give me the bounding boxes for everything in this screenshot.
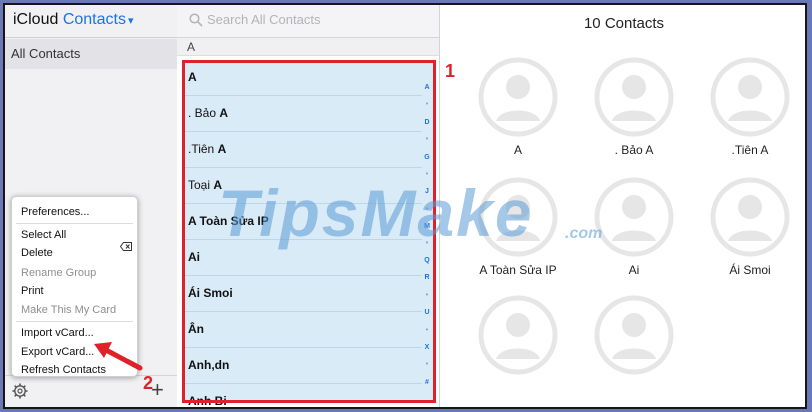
watermark-suffix: .com: [565, 225, 603, 242]
card-name: Ai: [628, 263, 640, 277]
gear-icon[interactable]: [12, 383, 28, 399]
menu-item-select-all[interactable]: Select All: [21, 229, 66, 241]
step-number-1: 1: [445, 61, 456, 81]
contact-count-title: 10 Contacts: [583, 15, 665, 32]
step-number-2: 2: [143, 373, 154, 393]
brand-prefix: iCloud: [13, 11, 59, 28]
add-contact-button[interactable]: +: [151, 379, 167, 401]
card-name: A Toàn Sửa IP: [479, 263, 557, 277]
delete-key-icon: [120, 242, 132, 251]
avatar-icon: [594, 295, 674, 375]
avatar-icon: [478, 57, 558, 137]
menu-item-make-this-my-card: Make This My Card: [21, 304, 117, 316]
menu-separator: [16, 321, 133, 322]
menu-item-import-vcard[interactable]: Import vCard...: [21, 327, 94, 339]
chevron-down-icon[interactable]: ▾: [128, 15, 134, 27]
avatar-icon: [594, 177, 674, 257]
avatar-icon: [478, 295, 558, 375]
menu-item-preferences[interactable]: Preferences...: [21, 206, 89, 218]
divider: [5, 37, 177, 38]
menu-item-print[interactable]: Print: [21, 285, 44, 297]
section-header: A: [177, 38, 439, 56]
avatar-icon: [710, 57, 790, 137]
avatar-icon: [594, 57, 674, 137]
app-title[interactable]: iCloud Contacts ▾: [13, 11, 133, 29]
card-name: A: [513, 143, 522, 157]
menu-item-rename-group: Rename Group: [21, 267, 97, 279]
card-name: . Bảo A: [614, 143, 654, 157]
brand-accent: Contacts: [62, 11, 126, 28]
card-name: Ái Smoi: [729, 263, 771, 277]
sidebar-item-all-contacts[interactable]: All Contacts: [5, 39, 177, 69]
search-icon: [189, 13, 203, 27]
search-bar[interactable]: Search All Contacts: [177, 5, 439, 38]
watermark: TipsMake: [218, 176, 534, 250]
menu-item-refresh-contacts[interactable]: Refresh Contacts: [21, 364, 106, 376]
menu-item-export-vcard[interactable]: Export vCard...: [21, 346, 94, 358]
card-name: .Tiên A: [731, 143, 769, 157]
search-input[interactable]: Search All Contacts: [207, 12, 320, 27]
settings-menu: Preferences... Select All Delete Rename …: [11, 196, 138, 377]
menu-separator: [16, 223, 133, 224]
avatar-icon: [710, 177, 790, 257]
menu-item-delete[interactable]: Delete: [21, 247, 53, 259]
app-window: iCloud Contacts ▾ All Contacts + Preferen…: [3, 3, 807, 409]
